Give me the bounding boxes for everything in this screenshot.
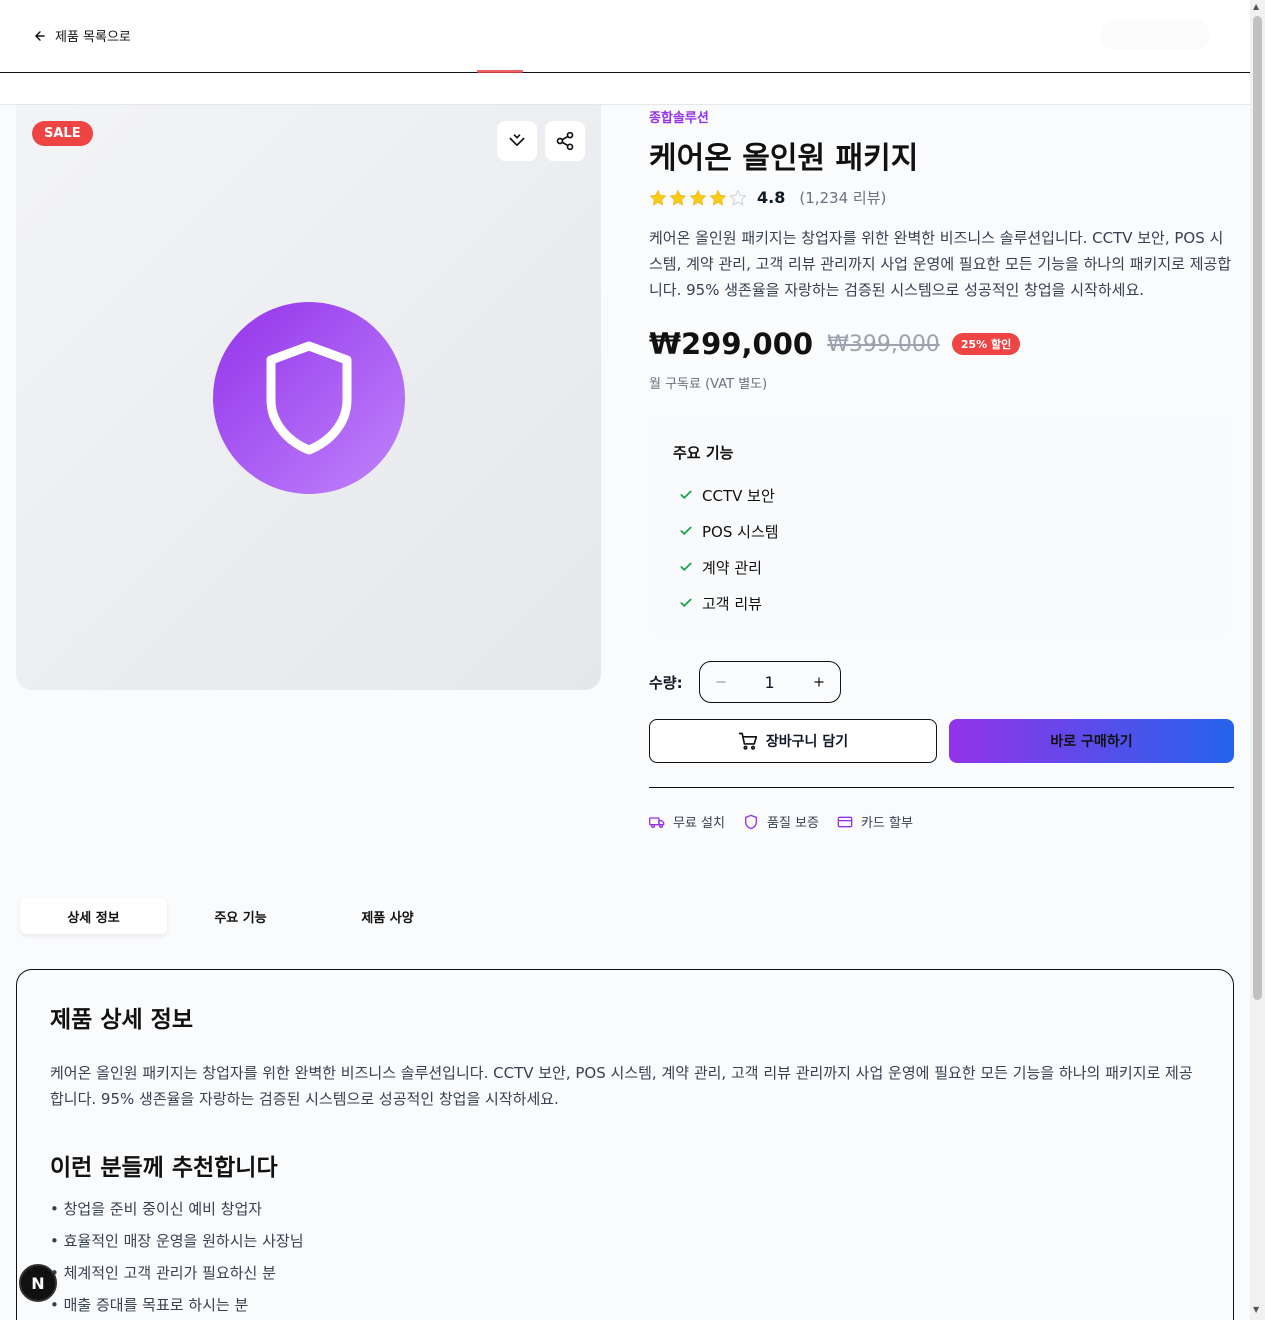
feature-label: CCTV 보안 bbox=[702, 486, 775, 505]
review-count[interactable]: (1,234 리뷰) bbox=[799, 187, 886, 208]
add-to-cart-label: 장바구니 담기 bbox=[765, 734, 849, 750]
sale-price: ₩299,000 bbox=[649, 327, 814, 361]
sub-bar bbox=[0, 73, 1250, 105]
perk-label: 카드 할부 bbox=[860, 816, 913, 831]
star-filled-icon bbox=[709, 189, 727, 206]
decrease-button[interactable] bbox=[712, 673, 730, 691]
heart-icon bbox=[509, 134, 525, 146]
scrollbar-thumb[interactable] bbox=[1253, 16, 1262, 1000]
perks-row: 무료 설치 품질 보증 카드 할부 bbox=[649, 812, 913, 831]
perk-label: 무료 설치 bbox=[673, 816, 725, 831]
features-title: 주요 기능 bbox=[673, 444, 734, 462]
arrow-left-icon bbox=[35, 30, 45, 41]
feature-label: POS 시스템 bbox=[702, 522, 779, 541]
dev-tools-badge[interactable]: N bbox=[19, 1264, 57, 1302]
buy-now-button[interactable]: 바로 구매하기 bbox=[949, 719, 1234, 763]
sale-badge: SALE bbox=[32, 121, 93, 146]
detail-panel: 제품 상세 정보 케어온 올인원 패키지는 창업자를 위한 완벽한 비즈니스 솔… bbox=[16, 969, 1234, 1320]
cart-icon bbox=[738, 732, 758, 750]
recommend-item: • 체계적인 고객 관리가 필요하신 분 bbox=[50, 1264, 276, 1282]
feature-label: 계약 관리 bbox=[702, 558, 762, 577]
features-list: CCTV 보안 POS 시스템 계약 관리 고객 리뷰 bbox=[673, 477, 1210, 621]
action-buttons: 장바구니 담기 바로 구매하기 bbox=[649, 719, 1234, 763]
back-to-list-link[interactable]: 제품 목록으로 bbox=[33, 26, 131, 45]
perk-item: 카드 할부 bbox=[837, 812, 913, 831]
plus-icon bbox=[813, 677, 824, 687]
share-button[interactable] bbox=[545, 121, 585, 161]
header-action-placeholder[interactable] bbox=[1100, 20, 1210, 50]
truck-icon bbox=[649, 816, 665, 828]
product-logo-circle bbox=[213, 302, 405, 494]
quantity-label: 수량: bbox=[649, 673, 683, 692]
quantity-row: 수량: 1 bbox=[649, 661, 841, 703]
quantity-value[interactable]: 1 bbox=[765, 673, 775, 692]
price-row: ₩299,000 ₩399,000 25% 할인 bbox=[649, 327, 1021, 361]
tab-details[interactable]: 상세 정보 bbox=[20, 898, 167, 934]
original-price: ₩399,000 bbox=[827, 331, 940, 357]
product-category: 종합솔루션 bbox=[649, 111, 709, 126]
tab-specs[interactable]: 제품 사양 bbox=[314, 898, 461, 934]
share-icon bbox=[556, 131, 574, 151]
price-note: 월 구독료 (VAT 별도) bbox=[649, 377, 768, 392]
increase-button[interactable] bbox=[810, 673, 828, 691]
feature-item: 고객 리뷰 bbox=[673, 585, 1210, 621]
scrollbar[interactable]: ▲ ▼ bbox=[1250, 0, 1265, 1320]
perk-item: 무료 설치 bbox=[649, 812, 725, 831]
feature-label: 고객 리뷰 bbox=[702, 594, 762, 613]
shield-icon bbox=[266, 341, 352, 455]
feature-item: POS 시스템 bbox=[673, 513, 1210, 549]
recommend-list: • 창업을 준비 중이신 예비 창업자 • 효율적인 매장 운영을 원하시는 사… bbox=[50, 1198, 1200, 1320]
minus-icon bbox=[715, 681, 726, 683]
star-filled-icon bbox=[649, 189, 667, 206]
product-title: 케어온 올인원 패키지 bbox=[649, 141, 919, 176]
check-icon bbox=[680, 490, 692, 499]
top-header: 제품 목록으로 bbox=[0, 0, 1250, 75]
add-to-cart-button[interactable]: 장바구니 담기 bbox=[649, 719, 937, 763]
back-link-label: 제품 목록으로 bbox=[55, 30, 131, 45]
star-filled-icon bbox=[669, 189, 687, 206]
perk-item: 품질 보증 bbox=[743, 812, 819, 831]
wishlist-button[interactable] bbox=[497, 121, 537, 161]
perk-label: 품질 보증 bbox=[766, 816, 819, 831]
check-icon bbox=[680, 526, 692, 535]
detail-body: 케어온 올인원 패키지는 창업자를 위한 완벽한 비즈니스 솔루션입니다. CC… bbox=[50, 1064, 1193, 1108]
discount-badge: 25% 할인 bbox=[951, 333, 1021, 355]
recommend-item: • 효율적인 매장 운영을 원하시는 사장님 bbox=[50, 1232, 304, 1250]
section-divider bbox=[649, 787, 1234, 788]
feature-item: 계약 관리 bbox=[673, 549, 1210, 585]
star-empty-icon bbox=[729, 188, 747, 206]
detail-tabs: 상세 정보 주요 기능 제품 사양 bbox=[20, 898, 461, 934]
feature-item: CCTV 보안 bbox=[673, 477, 1210, 513]
rating-row: 4.8 (1,234 리뷰) bbox=[649, 187, 886, 208]
detail-heading: 제품 상세 정보 bbox=[50, 1007, 193, 1033]
product-description: 케어온 올인원 패키지는 창업자를 위한 완벽한 비즈니스 솔루션입니다. CC… bbox=[649, 229, 1232, 299]
rating-value: 4.8 bbox=[757, 188, 786, 207]
recommend-item: • 창업을 준비 중이신 예비 창업자 bbox=[50, 1200, 263, 1218]
scroll-down-arrow[interactable]: ▼ bbox=[1253, 1305, 1259, 1314]
quantity-stepper: 1 bbox=[698, 661, 841, 703]
product-image-card: SALE bbox=[16, 105, 601, 690]
check-icon bbox=[680, 562, 692, 571]
features-box: 주요 기능 CCTV 보안 POS 시스템 계약 관리 고객 리뷰 bbox=[649, 416, 1234, 636]
tab-features[interactable]: 주요 기능 bbox=[167, 898, 314, 934]
recommend-item: • 매출 증대를 목표로 하시는 분 bbox=[50, 1296, 249, 1314]
star-filled-icon bbox=[689, 189, 707, 206]
shield-icon bbox=[744, 814, 757, 829]
credit-card-icon bbox=[837, 816, 853, 827]
recommend-heading: 이런 분들께 추천합니다 bbox=[50, 1155, 278, 1181]
scroll-up-arrow[interactable]: ▲ bbox=[1253, 2, 1259, 11]
check-icon bbox=[680, 598, 692, 607]
